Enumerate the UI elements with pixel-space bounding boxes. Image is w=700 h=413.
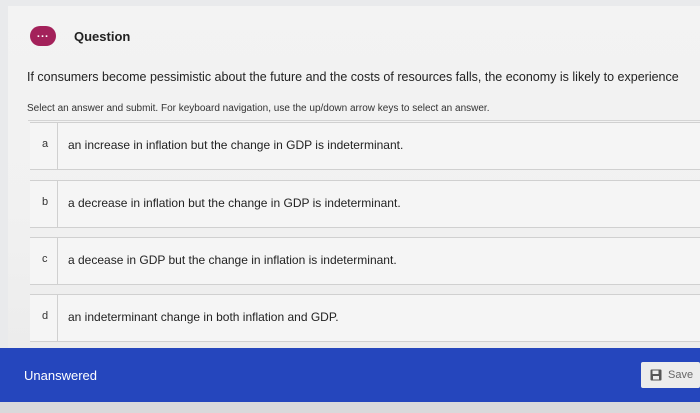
answer-option-d[interactable]: d an indeterminant change in both inflat…: [30, 294, 700, 342]
question-title: Question: [74, 28, 131, 44]
divider: [28, 120, 700, 121]
option-separator: [57, 295, 58, 341]
question-text: If consumers become pessimistic about th…: [27, 70, 679, 84]
option-text: a decease in GDP but the change in infla…: [68, 253, 397, 267]
save-label: Save: [668, 369, 694, 381]
option-text: an indeterminant change in both inflatio…: [68, 310, 339, 324]
option-letter: a: [42, 138, 49, 150]
option-separator: [57, 181, 58, 227]
option-text: a decrease in inflation but the change i…: [68, 196, 401, 210]
answer-status: Unanswered: [24, 368, 97, 383]
answer-option-c[interactable]: c a decease in GDP but the change in inf…: [30, 237, 700, 285]
footer-bar: Unanswered Save: [0, 348, 700, 402]
ellipsis-icon: ...: [30, 26, 56, 46]
ellipsis-dots: ...: [36, 27, 50, 40]
answer-option-a[interactable]: a an increase in inflation but the chang…: [30, 122, 700, 170]
save-button[interactable]: Save: [641, 362, 700, 388]
option-separator: [57, 123, 58, 169]
question-header: ... Question: [30, 26, 130, 46]
answer-instructions: Select an answer and submit. For keyboar…: [27, 103, 490, 114]
option-separator: [57, 238, 58, 284]
floppy-disk-icon: [650, 369, 662, 381]
answer-option-b[interactable]: b a decrease in inflation but the change…: [30, 180, 700, 228]
option-letter: c: [42, 253, 48, 265]
option-letter: b: [42, 196, 49, 208]
option-text: an increase in inflation but the change …: [68, 138, 404, 152]
bottom-strip: [0, 402, 700, 413]
option-letter: d: [42, 310, 49, 322]
